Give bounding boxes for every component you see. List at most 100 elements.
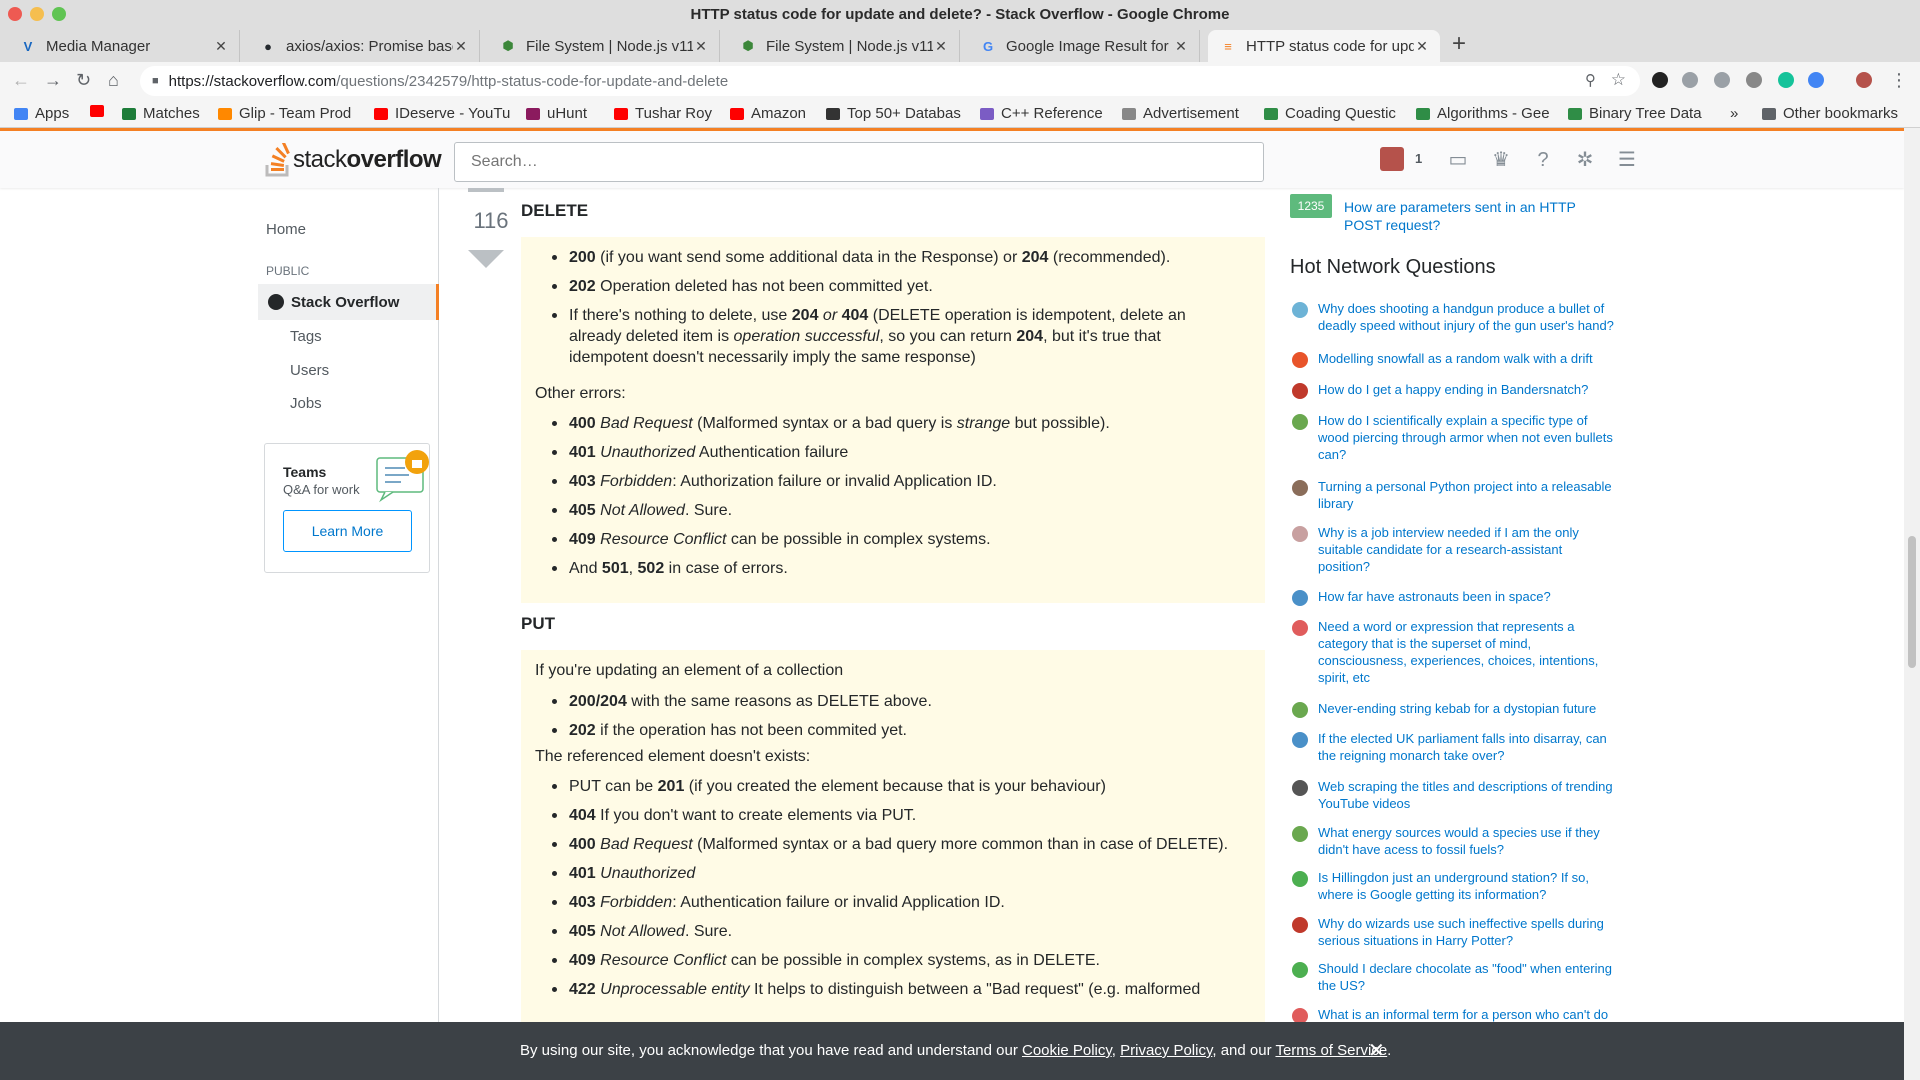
hot-question-link[interactable]: Is Hillingdon just an underground statio… xyxy=(1318,869,1614,903)
close-tab-icon[interactable]: ✕ xyxy=(453,38,469,55)
bookmark-item[interactable]: Tushar Roy xyxy=(614,105,724,122)
hot-question-item[interactable]: What is an informal term for a person wh… xyxy=(1290,1006,1620,1022)
review-icon[interactable]: ✲ xyxy=(1574,149,1596,171)
forward-icon[interactable]: → xyxy=(44,70,62,91)
bookmark-item[interactable]: C++ Reference xyxy=(980,105,1116,122)
reload-icon[interactable]: ↻ xyxy=(76,70,91,91)
browser-tab[interactable]: ≡ HTTP status code for upd ✕ xyxy=(1208,30,1440,62)
close-tab-icon[interactable]: ✕ xyxy=(213,38,229,55)
hot-question-link[interactable]: Should I declare chocolate as "food" whe… xyxy=(1318,960,1614,994)
bookmark-item[interactable]: Top 50+ Databas xyxy=(826,105,974,122)
help-icon[interactable]: ? xyxy=(1532,149,1554,171)
upvote-button[interactable] xyxy=(468,188,504,192)
bookmark-item[interactable]: Glip - Team Prod xyxy=(218,105,368,122)
bookmark-item[interactable]: Matches xyxy=(122,105,212,122)
hot-question-item[interactable]: How far have astronauts been in space? xyxy=(1290,588,1620,606)
bookmark-item[interactable]: Coading Questic xyxy=(1264,105,1410,122)
hot-question-link[interactable]: If the elected UK parliament falls into … xyxy=(1318,730,1614,764)
inbox-icon[interactable]: ▭ xyxy=(1447,149,1469,171)
zoom-icon[interactable]: ⚲ xyxy=(1585,71,1596,89)
close-tab-icon[interactable]: ✕ xyxy=(1414,38,1430,55)
bookmark-item[interactable]: Amazon xyxy=(730,105,820,122)
browser-tab[interactable]: ⬢ File System | Node.js v11. ✕ xyxy=(728,30,960,62)
page-scrollbar[interactable] xyxy=(1904,128,1920,1080)
downvote-button[interactable] xyxy=(468,250,504,268)
vuetify-extension-icon[interactable] xyxy=(1746,72,1762,88)
right-sidebar: 1235 How are parameters sent in an HTTP … xyxy=(1290,188,1620,1022)
home-icon[interactable]: ⌂ xyxy=(108,70,119,91)
hot-question-link[interactable]: How far have astronauts been in space? xyxy=(1318,588,1614,606)
cookie-close-button[interactable]: ✕ xyxy=(1368,1038,1385,1063)
hot-question-link[interactable]: How do I scientifically explain a specif… xyxy=(1318,412,1614,463)
browser-tab[interactable]: ● axios/axios: Promise base ✕ xyxy=(248,30,480,62)
hot-question-link[interactable]: Why does shooting a handgun produce a bu… xyxy=(1318,300,1614,334)
hot-question-link[interactable]: Never-ending string kebab for a dystopia… xyxy=(1318,700,1614,718)
learn-more-button[interactable]: Learn More xyxy=(283,510,412,552)
bookmark-item[interactable]: IDeserve - YouTu xyxy=(374,105,520,122)
shield-extension-icon[interactable] xyxy=(1682,72,1698,88)
nav-home[interactable]: Home xyxy=(266,221,306,238)
hot-question-link[interactable]: How do I get a happy ending in Bandersna… xyxy=(1318,381,1614,399)
new-tab-button[interactable]: + xyxy=(1452,30,1466,58)
nav-users[interactable]: Users xyxy=(290,362,329,379)
star-icon[interactable]: ☆ xyxy=(1611,70,1626,90)
related-question-link[interactable]: How are parameters sent in an HTTP POST … xyxy=(1344,198,1604,234)
stackoverflow-logo[interactable]: stackoverflow xyxy=(265,143,442,177)
bookmark-item[interactable] xyxy=(90,105,114,117)
hot-question-item[interactable]: Turning a personal Python project into a… xyxy=(1290,478,1620,512)
other-bookmarks[interactable]: Other bookmarks xyxy=(1762,105,1898,122)
close-tab-icon[interactable]: ✕ xyxy=(1173,38,1189,55)
cookie-policy-link[interactable]: Cookie Policy xyxy=(1022,1042,1112,1059)
achievements-icon[interactable]: ♛ xyxy=(1490,149,1512,171)
hot-question-link[interactable]: What is an informal term for a person wh… xyxy=(1318,1006,1614,1022)
nav-stack-overflow[interactable]: Stack Overflow xyxy=(258,284,439,320)
bookmarks-overflow-button[interactable]: » xyxy=(1730,105,1738,122)
chrome-extension-icon[interactable] xyxy=(1808,72,1824,88)
hot-question-item[interactable]: Why is a job interview needed if I am th… xyxy=(1290,524,1620,575)
hot-question-link[interactable]: Why do wizards use such ineffective spel… xyxy=(1318,915,1614,949)
hot-question-link[interactable]: Web scraping the titles and descriptions… xyxy=(1318,778,1614,812)
hot-question-item[interactable]: Modelling snowfall as a random walk with… xyxy=(1290,350,1620,368)
hot-question-item[interactable]: How do I get a happy ending in Bandersna… xyxy=(1290,381,1620,399)
nav-tags[interactable]: Tags xyxy=(290,328,322,345)
bookmark-item[interactable]: Algorithms - Gee xyxy=(1416,105,1562,122)
browser-tab[interactable]: V Media Manager ✕ xyxy=(8,30,240,62)
user-avatar[interactable] xyxy=(1380,147,1404,171)
cloud-extension-icon[interactable] xyxy=(1714,72,1730,88)
menu-icon[interactable]: ⋮ xyxy=(1890,70,1908,91)
browser-tab[interactable]: ⬢ File System | Node.js v11. ✕ xyxy=(488,30,720,62)
hot-question-item[interactable]: Why does shooting a handgun produce a bu… xyxy=(1290,300,1620,334)
search-input[interactable] xyxy=(454,142,1264,182)
back-icon[interactable]: ← xyxy=(12,70,30,91)
site-favicon-icon xyxy=(1292,590,1308,606)
scrollbar-thumb[interactable] xyxy=(1908,536,1916,668)
hot-question-item[interactable]: How do I scientifically explain a specif… xyxy=(1290,412,1620,463)
hot-question-link[interactable]: Modelling snowfall as a random walk with… xyxy=(1318,350,1614,368)
hot-question-item[interactable]: Should I declare chocolate as "food" whe… xyxy=(1290,960,1620,994)
hot-question-item[interactable]: If the elected UK parliament falls into … xyxy=(1290,730,1620,764)
hot-question-item[interactable]: What energy sources would a species use … xyxy=(1290,824,1620,858)
bookmark-item[interactable]: Binary Tree Data xyxy=(1568,105,1714,122)
hot-question-link[interactable]: Turning a personal Python project into a… xyxy=(1318,478,1614,512)
nav-jobs[interactable]: Jobs xyxy=(290,395,322,412)
extension-icon[interactable] xyxy=(1652,72,1668,88)
hot-question-item[interactable]: Why do wizards use such ineffective spel… xyxy=(1290,915,1620,949)
close-tab-icon[interactable]: ✕ xyxy=(933,38,949,55)
privacy-policy-link[interactable]: Privacy Policy xyxy=(1120,1042,1212,1059)
hot-question-item[interactable]: Never-ending string kebab for a dystopia… xyxy=(1290,700,1620,718)
grammarly-icon[interactable] xyxy=(1778,72,1794,88)
hot-question-item[interactable]: Web scraping the titles and descriptions… xyxy=(1290,778,1620,812)
hot-question-link[interactable]: Need a word or expression that represent… xyxy=(1318,618,1614,686)
browser-tab[interactable]: G Google Image Result for h ✕ xyxy=(968,30,1200,62)
bookmark-item[interactable]: uHunt xyxy=(526,105,608,122)
hot-question-item[interactable]: Is Hillingdon just an underground statio… xyxy=(1290,869,1620,903)
hot-question-item[interactable]: Need a word or expression that represent… xyxy=(1290,618,1620,686)
close-tab-icon[interactable]: ✕ xyxy=(693,38,709,55)
address-bar[interactable]: ■ https://stackoverflow.com /questions/2… xyxy=(140,66,1640,96)
site-switcher-icon[interactable]: ☰ xyxy=(1616,149,1638,171)
profile-avatar[interactable] xyxy=(1856,72,1872,88)
bookmark-item[interactable]: Apps xyxy=(14,105,74,122)
hot-question-link[interactable]: What energy sources would a species use … xyxy=(1318,824,1614,858)
bookmark-item[interactable]: Advertisement xyxy=(1122,105,1258,122)
hot-question-link[interactable]: Why is a job interview needed if I am th… xyxy=(1318,524,1614,575)
